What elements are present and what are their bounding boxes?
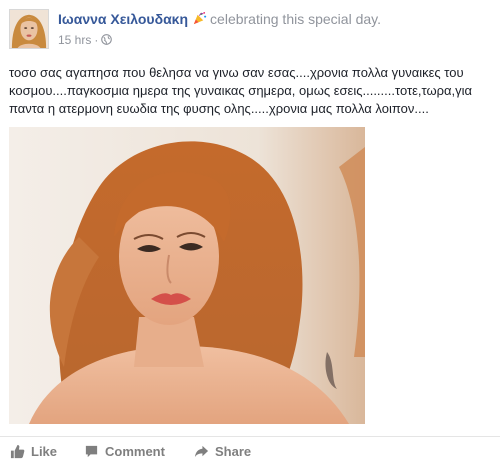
- share-label: Share: [215, 444, 252, 459]
- timestamp[interactable]: 15 hrs: [58, 33, 91, 47]
- author-avatar[interactable]: [9, 9, 49, 49]
- share-arrow-icon: [194, 445, 209, 458]
- post-photo[interactable]: [9, 127, 365, 424]
- like-label: Like: [31, 444, 58, 459]
- like-button[interactable]: Like: [10, 444, 57, 459]
- author-name[interactable]: Ιωαννα Χειλουδακη: [58, 11, 188, 27]
- thumbs-up-icon: [10, 444, 25, 459]
- activity-text: celebrating this special day.: [210, 11, 381, 27]
- globe-icon[interactable]: [101, 34, 113, 45]
- portrait-photo: [9, 127, 365, 424]
- comment-label: Comment: [105, 444, 165, 459]
- avatar-image: [10, 10, 48, 48]
- post-actions: Like Comment Share: [0, 436, 500, 464]
- feed-post: Ιωαννα Χειλουδακη celebrating this speci…: [0, 0, 500, 464]
- share-button[interactable]: Share: [194, 444, 251, 459]
- post-text: τοσο σας αγαπησα που θελησα να γινω σαν …: [9, 65, 473, 116]
- meta-separator: ·: [94, 33, 99, 47]
- comment-button[interactable]: Comment: [84, 444, 165, 459]
- party-popper-icon: [192, 11, 207, 26]
- post-meta: 15 hrs ·: [58, 33, 113, 47]
- post-header: Ιωαννα Χειλουδακη celebrating this speci…: [58, 11, 381, 27]
- comment-icon: [85, 445, 98, 458]
